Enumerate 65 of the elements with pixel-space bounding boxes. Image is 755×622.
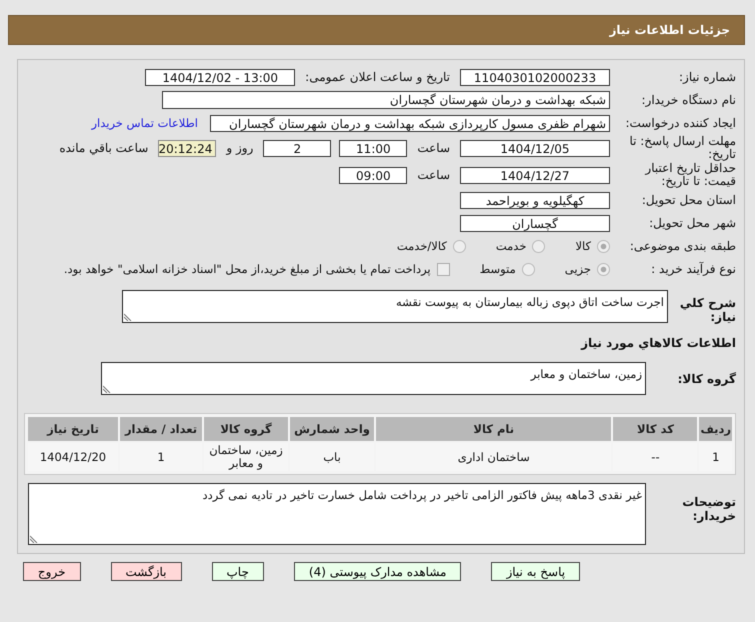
text-area[interactable]: اجرت ساخت اتاق دپوی زباله بیمارستان به پیوست نقشه bbox=[122, 290, 668, 323]
column-header: کد کالا bbox=[613, 417, 698, 441]
option-label: متوسط bbox=[480, 262, 516, 276]
column-header: تاریخ نیاز bbox=[28, 417, 118, 441]
column-header: ردیف bbox=[699, 417, 732, 441]
action-button[interactable]: پاسخ به نیاز bbox=[491, 562, 580, 581]
option-label: کالا/خدمت bbox=[396, 239, 447, 253]
field-label: ایجاد کننده درخواست: bbox=[624, 116, 736, 130]
text-area[interactable]: زمین، ساختمان و معابر bbox=[101, 362, 646, 395]
resize-handle-icon[interactable] bbox=[124, 313, 132, 321]
input-field[interactable]: 09:00 bbox=[339, 166, 408, 184]
option-label: پرداخت تمام یا بخشی از مبلغ خرید،از محل "اسناد خزانه اسلامی" خواهد بود. bbox=[64, 262, 431, 276]
field-label: تاریخ و ساعت اعلان عمومی: bbox=[305, 70, 450, 84]
option-label: خدمت bbox=[496, 239, 526, 253]
radio-button[interactable] bbox=[597, 262, 610, 276]
column-header: گروه کالا bbox=[204, 417, 288, 441]
option-label: جزیی bbox=[564, 262, 591, 276]
action-button[interactable]: چاپ bbox=[212, 562, 264, 581]
field-label: مهلت ارسال پاسخ: تا تاریخ: bbox=[628, 135, 736, 161]
action-button[interactable]: مشاهده مدارک پیوستی (4) bbox=[294, 562, 462, 581]
field-label: شهر محل تحویل: bbox=[648, 216, 736, 230]
field-label: ساعت bbox=[417, 168, 450, 182]
radio-button[interactable] bbox=[597, 240, 610, 252]
field-label: استان محل تحویل: bbox=[640, 194, 736, 206]
text-area-value: زمین، ساختمان و معابر bbox=[529, 366, 643, 383]
text-area-value: غیر نقدی 3ماهه پیش فاکتور الزامی تاخیر در پرداخت شامل خسارت تاخیر در تادیه نمی گردد bbox=[201, 487, 643, 504]
page-title: جزئیات اطلاعات نیاز bbox=[609, 23, 730, 37]
input-field[interactable]: شهرام ظفری مسول کارپردازی شبکه بهداشت و درمان شهرستان گچساران bbox=[210, 114, 610, 132]
field-label: گروه کالا: bbox=[676, 372, 736, 386]
input-field[interactable]: 1104030102000233 bbox=[460, 68, 610, 86]
field-label: روز و bbox=[226, 141, 254, 155]
column-header: تعداد / مقدار bbox=[120, 417, 202, 441]
countdown-field: 20:12:24 bbox=[158, 140, 216, 156]
field-label: ساعت باقي مانده bbox=[59, 141, 148, 155]
action-button[interactable]: بازگشت bbox=[110, 562, 182, 581]
field-label: نام دستگاه خریدار: bbox=[640, 94, 736, 106]
field-label: شماره نیاز: bbox=[678, 70, 736, 84]
resize-handle-icon[interactable] bbox=[103, 385, 111, 393]
input-field[interactable]: 11:00 bbox=[339, 140, 408, 156]
text-area[interactable]: غیر نقدی 3ماهه پیش فاکتور الزامی تاخیر در پرداخت شامل خسارت تاخیر در تادیه نمی گردد bbox=[28, 483, 646, 545]
input-field[interactable]: 2 bbox=[263, 140, 332, 156]
text-area-value: اجرت ساخت اتاق دپوی زباله بیمارستان به پیوست نقشه bbox=[394, 294, 665, 311]
input-field[interactable]: 1404/12/05 bbox=[460, 140, 610, 156]
section-heading: اطلاعات کالاهاي مورد نیاز bbox=[580, 336, 736, 350]
column-header: نام کالا bbox=[376, 417, 612, 441]
input-field[interactable]: گچساران bbox=[460, 214, 610, 232]
resize-handle-icon[interactable] bbox=[30, 535, 38, 543]
field-label: حداقل تاریخ اعتبار قیمت: تا تاریخ: bbox=[644, 162, 736, 188]
input-field[interactable]: 1404/12/27 bbox=[460, 166, 610, 184]
field-label: توضیحات خریدار: bbox=[681, 494, 736, 523]
contact-link[interactable]: اطلاعات تماس خریدار bbox=[91, 116, 198, 130]
input-field[interactable]: 1404/12/02 - 13:00 bbox=[145, 68, 296, 86]
action-button[interactable]: خروج bbox=[22, 562, 80, 581]
option-label: کالا bbox=[575, 239, 591, 253]
field-label: طبقه بندی موضوعی: bbox=[628, 240, 736, 252]
radio-button[interactable] bbox=[532, 240, 546, 252]
field-label: نوع فرآیند خرید : bbox=[650, 262, 736, 276]
column-header: واحد شمارش bbox=[290, 417, 374, 441]
radio-button[interactable] bbox=[452, 240, 466, 252]
checkbox[interactable] bbox=[436, 262, 450, 276]
field-label: ساعت bbox=[417, 141, 450, 155]
input-field[interactable]: کهگیلویه و بویراحمد bbox=[460, 192, 610, 208]
field-label: شرح کلي نیاز: bbox=[678, 295, 736, 324]
input-field[interactable]: شبکه بهداشت و درمان شهرستان گچساران bbox=[162, 91, 610, 109]
radio-button[interactable] bbox=[522, 262, 535, 276]
